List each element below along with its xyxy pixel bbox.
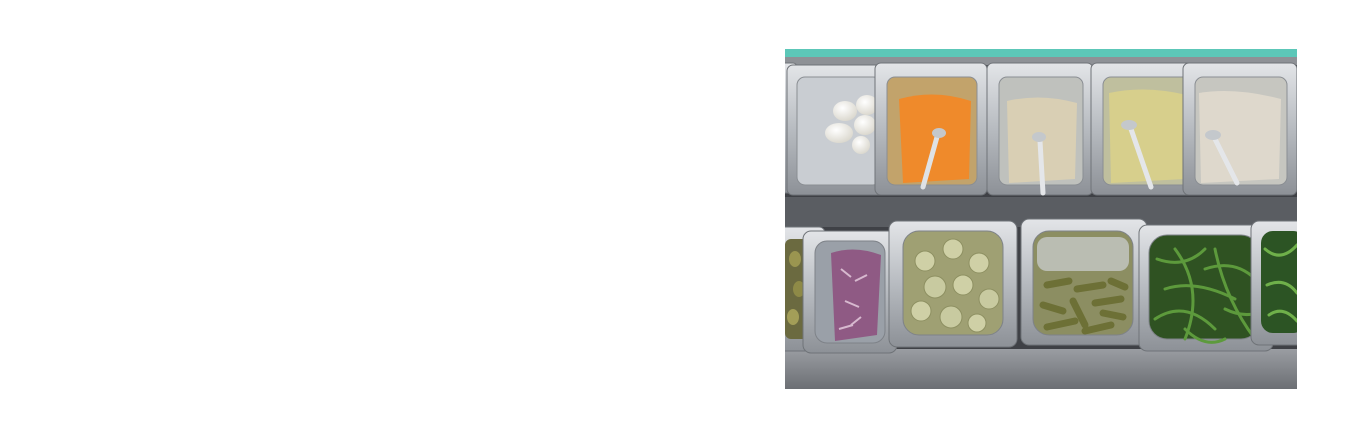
tray-carrot-salad bbox=[874, 62, 988, 196]
tray-pickle-slices bbox=[888, 220, 1018, 348]
tray-creamy-salad-2 bbox=[1182, 62, 1297, 196]
tray-greens-partial bbox=[1250, 220, 1297, 346]
tray-row-top bbox=[785, 62, 1297, 196]
teal-edge bbox=[785, 49, 1297, 57]
front-counter bbox=[785, 349, 1297, 389]
tray-red-cabbage bbox=[802, 230, 898, 354]
tray-creamy-salad-1 bbox=[986, 62, 1094, 196]
salad-bar-illustration bbox=[785, 49, 1297, 389]
tray-gherkins bbox=[1020, 218, 1148, 346]
salad-bar-photo bbox=[785, 49, 1297, 389]
tray-row-bottom bbox=[785, 218, 1297, 354]
